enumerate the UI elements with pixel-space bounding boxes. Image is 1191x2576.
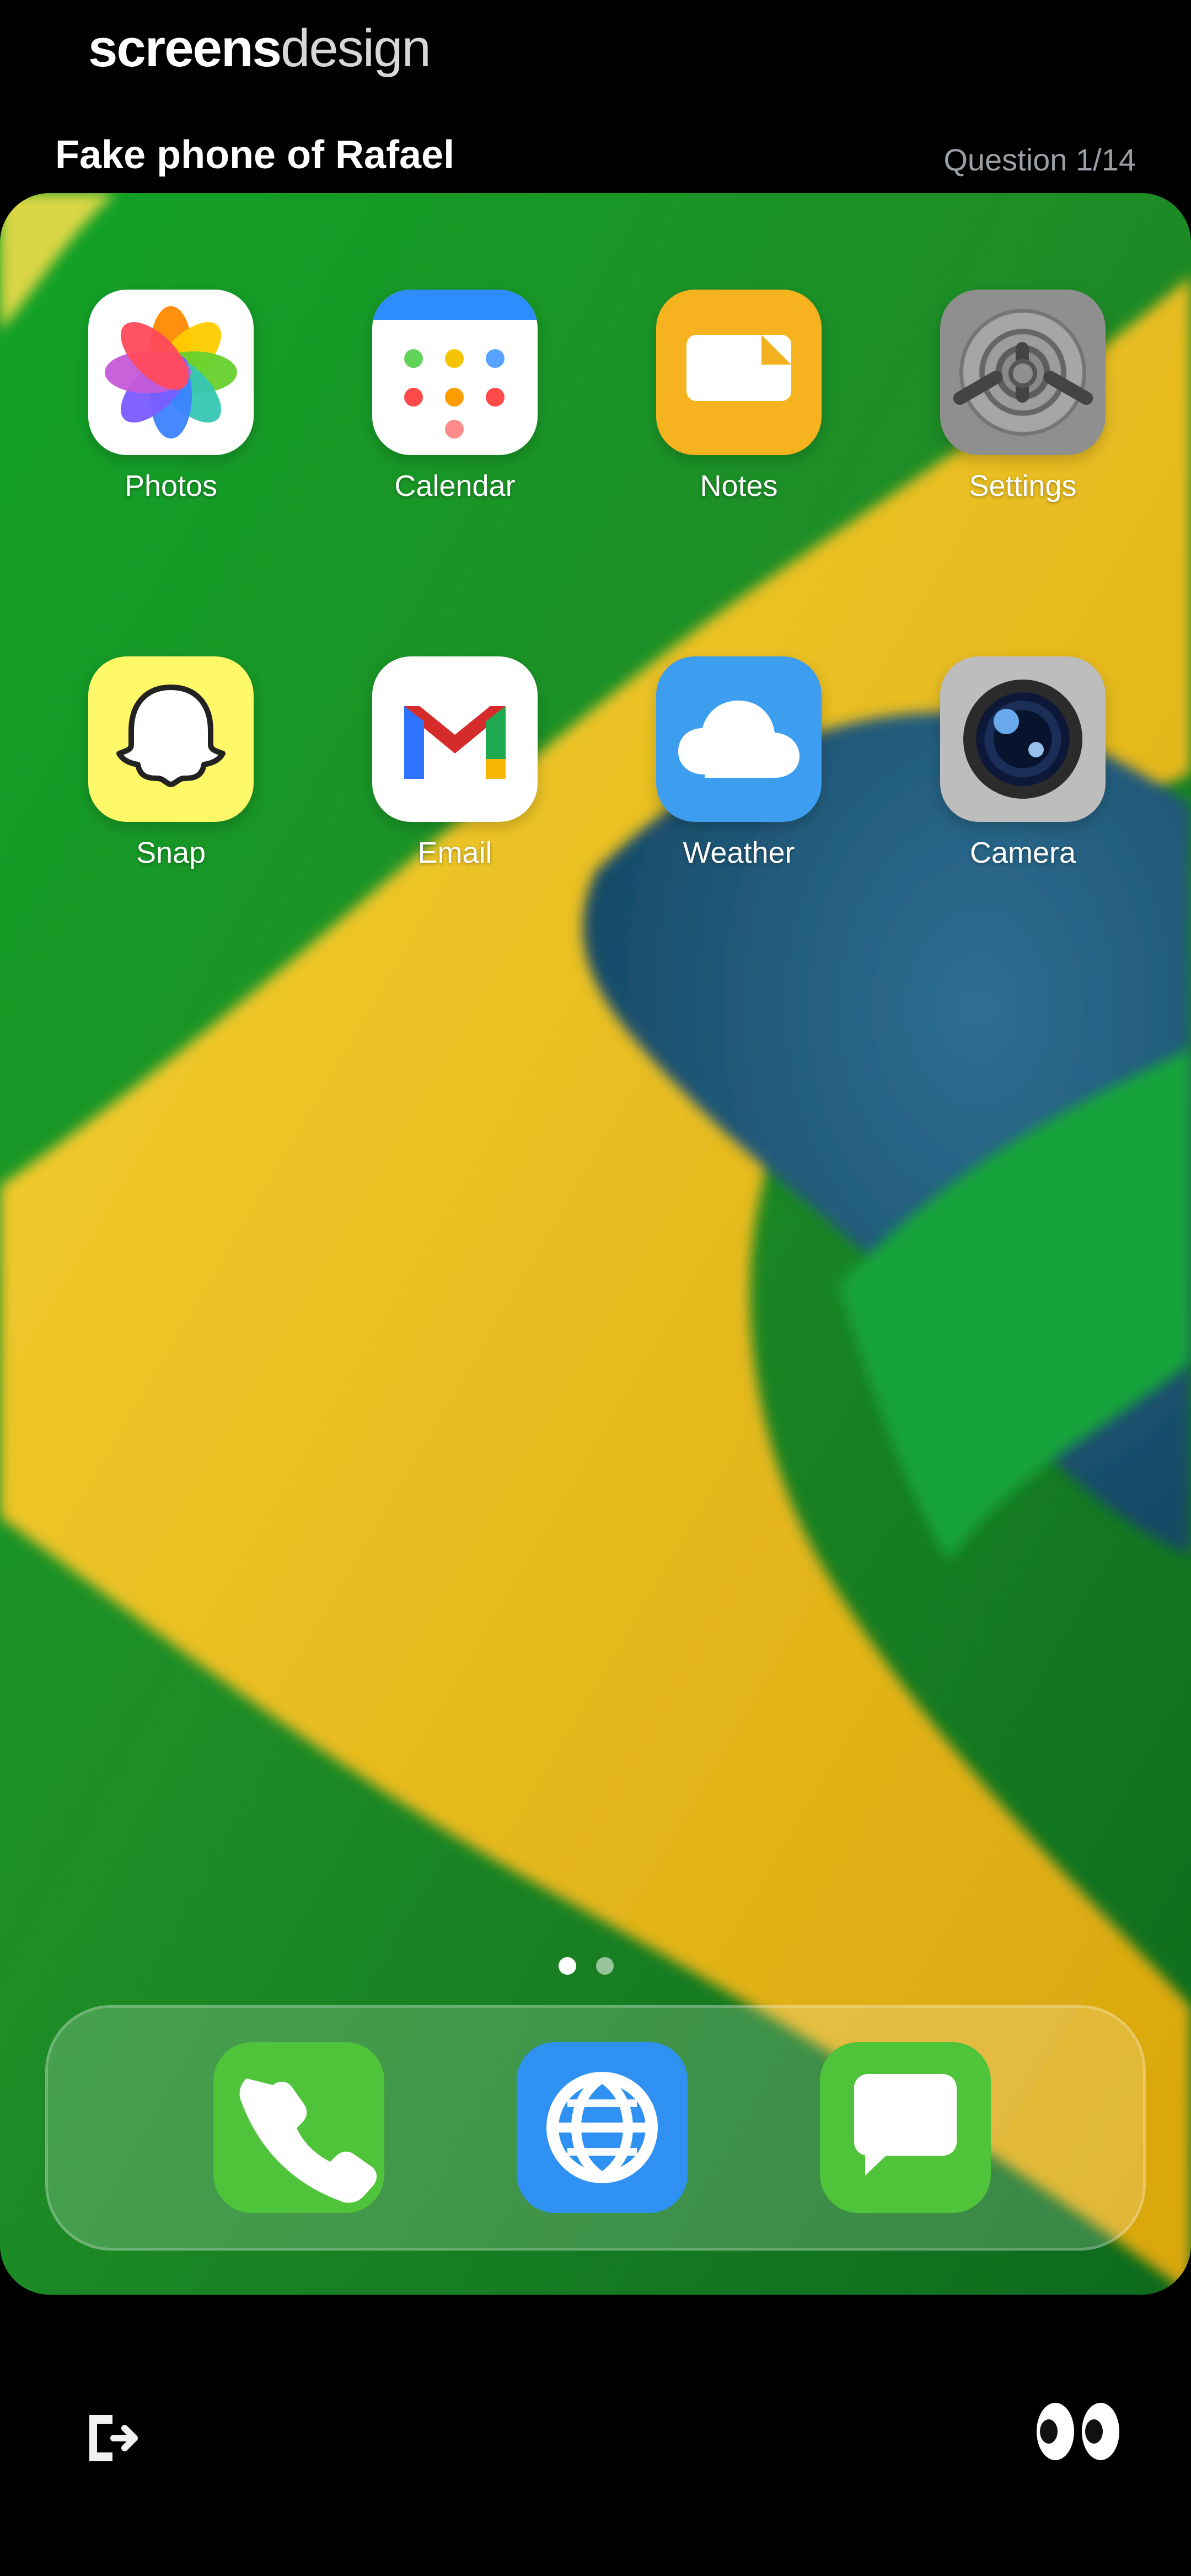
logout-icon (89, 2415, 138, 2461)
app-notes[interactable]: Notes (651, 290, 827, 502)
snap-icon (88, 656, 254, 822)
app-label: Snap (136, 836, 206, 869)
email-icon (372, 656, 538, 822)
page-indicator (559, 1957, 614, 1975)
phone-icon (239, 2078, 377, 2203)
app-photos[interactable]: Photos (83, 290, 259, 502)
message-icon (854, 2074, 957, 2176)
question-counter: Question 1/14 (943, 142, 1136, 177)
app-snap[interactable]: Snap (83, 656, 259, 869)
eyes-button[interactable] (1030, 2397, 1129, 2468)
brand-part-1: screens (88, 19, 282, 78)
app-calendar[interactable]: Calendar (367, 290, 543, 502)
globe-icon (546, 2072, 658, 2183)
settings-icon (940, 290, 1106, 455)
app-settings[interactable]: Settings (935, 290, 1111, 502)
eyes-icon (1037, 2403, 1119, 2460)
app-label: Settings (969, 469, 1077, 503)
app-label: Email (417, 836, 492, 869)
calendar-icon (372, 290, 538, 455)
notes-icon (656, 290, 822, 455)
app-label: Calendar (394, 469, 516, 503)
dock-messages-app[interactable] (820, 2042, 991, 2213)
brand-part-2: design (280, 19, 431, 78)
app-camera[interactable]: Camera (935, 656, 1111, 869)
app-label: Notes (700, 469, 778, 503)
camera-icon (940, 656, 1106, 822)
dock-browser-app[interactable] (517, 2042, 688, 2213)
phone-screen: Photos Calendar Notes Settings Snap Emai… (0, 193, 1191, 2295)
app-label: Photos (124, 469, 218, 503)
app-weather[interactable]: Weather (651, 656, 827, 869)
page-dot (596, 1957, 614, 1975)
dock (45, 2005, 1146, 2251)
app-label: Weather (683, 836, 795, 869)
logout-button[interactable] (76, 2405, 142, 2471)
photos-icon (88, 290, 254, 455)
brand-logo: screens design (88, 19, 431, 78)
app-grid: Photos Calendar Notes Settings Snap Emai… (0, 290, 1191, 907)
app-email[interactable]: Email (367, 656, 543, 869)
page-title: Fake phone of Rafael (55, 133, 455, 177)
dock-phone-app[interactable] (213, 2042, 384, 2213)
app-label: Camera (969, 836, 1076, 869)
weather-icon (656, 656, 822, 822)
page-dot-active (559, 1957, 576, 1975)
